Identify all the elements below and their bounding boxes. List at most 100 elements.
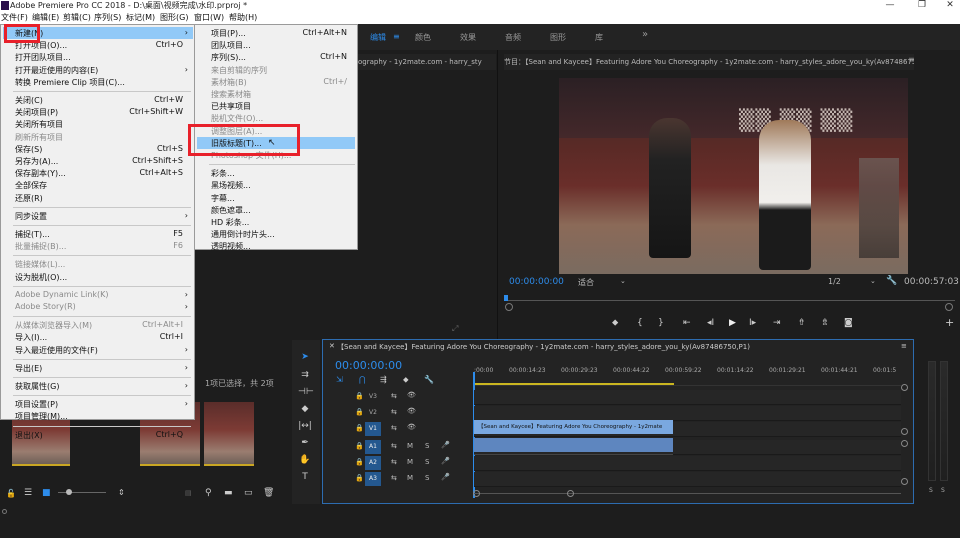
track-name-a3[interactable]: A3 [365, 472, 381, 486]
track-mute-icon[interactable]: M [407, 458, 413, 466]
new-submenu-item[interactable]: 团队项目... [195, 39, 357, 51]
track-lane-v3[interactable] [474, 390, 901, 405]
track-name-a2[interactable]: A2 [365, 456, 381, 470]
new-submenu-item[interactable]: 颜色遮罩... [195, 204, 357, 216]
step-forward-icon[interactable]: I▸ [749, 318, 756, 328]
file-menu-item[interactable]: 保存副本(Y)... Ctrl+Alt+S [1, 167, 195, 179]
add-marker-timeline-icon[interactable]: ⬥ [403, 375, 409, 385]
menu-sequence[interactable]: 序列(S) [94, 11, 121, 24]
program-timecode[interactable]: 00:00:00:00 [509, 277, 564, 287]
icon-view-icon[interactable]: ■ [42, 488, 51, 498]
track-sync-icon[interactable]: ⇆ [391, 392, 397, 400]
track-mute-icon[interactable]: M [407, 442, 413, 450]
file-menu-item[interactable]: 设为脱机(O)... [1, 271, 195, 283]
timeline-vscroll-handle[interactable] [901, 478, 908, 485]
program-fit-chevron-icon[interactable]: ⌄ [620, 277, 626, 285]
list-view-icon[interactable]: ☰ [24, 488, 32, 498]
timeline-sequence-tab[interactable]: 【Sean and Kaycee】Featuring Adore You Cho… [337, 342, 897, 352]
track-voiceover-mic-icon[interactable]: 🎤 [441, 473, 450, 481]
new-item-icon[interactable]: ▭ [244, 488, 253, 498]
lift-icon[interactable]: ⇮ [798, 318, 806, 328]
new-submenu-item[interactable]: 字幕... [195, 192, 357, 204]
file-menu-item[interactable]: 获取属性(G) › [1, 380, 195, 392]
extract-icon[interactable]: ⇯ [821, 318, 829, 328]
program-resolution-chevron-icon[interactable]: ⌄ [870, 277, 876, 285]
track-name-a1[interactable]: A1 [365, 440, 381, 454]
new-submenu-item[interactable]: 项目(P)... Ctrl+Alt+N [195, 27, 357, 39]
go-to-out-icon[interactable]: ⇥ [773, 318, 781, 328]
audio-clip[interactable] [474, 438, 673, 452]
track-sync-icon[interactable]: ⇆ [391, 442, 397, 450]
timeline-ruler[interactable]: :00:00 00:00:14:23 00:00:29:23 00:00:44:… [474, 366, 901, 386]
track-voiceover-mic-icon[interactable]: 🎤 [441, 441, 450, 449]
file-menu-item[interactable]: 保存(S) Ctrl+S [1, 143, 195, 155]
play-icon[interactable]: ▶ [729, 318, 736, 328]
find-icon[interactable]: ⚲ [205, 488, 212, 498]
close-icon[interactable]: ✕ [940, 0, 960, 11]
audio-solo-right-button[interactable]: S [941, 487, 945, 494]
new-submenu-item[interactable]: HD 彩条... [195, 216, 357, 228]
track-sync-icon[interactable]: ⇆ [391, 424, 397, 432]
track-eye-icon[interactable]: 👁 [407, 391, 416, 399]
project-lock-icon[interactable]: 🔓 [6, 489, 16, 498]
timeline-timecode[interactable]: 00:00:00:00 [335, 359, 402, 372]
slip-tool-icon[interactable]: |↔| [298, 421, 312, 431]
new-submenu-item[interactable]: 黑场视频... [195, 179, 357, 191]
track-name-v1[interactable]: V1 [365, 422, 381, 436]
timeline-vscroll-handle[interactable] [901, 440, 908, 447]
timeline-settings-wrench-icon[interactable]: 🔧 [424, 375, 434, 384]
track-lock-icon[interactable]: 🔒 [355, 442, 364, 450]
step-back-icon[interactable]: ◂I [707, 318, 714, 328]
file-menu-item[interactable]: 打开最近使用的内容(E) › [1, 64, 195, 76]
timeline-zoom-handle-left[interactable] [473, 490, 480, 497]
button-editor-plus-icon[interactable]: + [945, 316, 954, 329]
menu-graphics[interactable]: 图形(G) [160, 11, 188, 24]
menu-marker[interactable]: 标记(M) [126, 11, 155, 24]
new-submenu-item[interactable]: 彩条... [195, 167, 357, 179]
track-eye-icon[interactable]: 👁 [407, 407, 416, 415]
add-marker-icon[interactable]: ⬥ [612, 318, 618, 328]
file-menu-item[interactable]: 关闭(C) Ctrl+W [1, 94, 195, 106]
type-tool-icon[interactable]: T [298, 472, 312, 482]
linked-selection-icon[interactable]: ⇶ [380, 375, 387, 384]
track-solo-icon[interactable]: S [425, 442, 429, 450]
video-clip[interactable]: 【Sean and Kaycee】Featuring Adore You Cho… [474, 420, 673, 434]
workspace-libraries[interactable]: 库 [595, 32, 603, 43]
workspace-graphics[interactable]: 图形 [550, 32, 566, 43]
file-menu-item[interactable]: 导入最近使用的文件(F) › [1, 344, 195, 356]
clear-trash-icon[interactable]: 🗑 [263, 488, 274, 498]
mark-out-icon[interactable]: } [658, 318, 664, 328]
track-lane-v2[interactable] [474, 406, 901, 421]
track-eye-icon[interactable]: 👁 [407, 423, 416, 431]
menu-file[interactable]: 文件(F) [1, 11, 28, 24]
file-menu-item[interactable]: 打开团队项目... [1, 51, 195, 63]
new-bin-icon[interactable]: ▬ [224, 488, 233, 498]
track-name-v2[interactable]: V2 [365, 406, 381, 420]
maximize-icon[interactable]: ❐ [912, 0, 932, 11]
file-menu-item[interactable]: 导出(E) › [1, 362, 195, 374]
new-submenu-item[interactable]: 已共享项目 [195, 100, 357, 112]
track-sync-icon[interactable]: ⇆ [391, 408, 397, 416]
track-solo-icon[interactable]: S [425, 474, 429, 482]
file-menu-item[interactable]: 关闭所有项目 [1, 118, 195, 130]
source-export-frame-icon[interactable]: ⤢ [452, 324, 458, 334]
workspace-color[interactable]: 颜色 [415, 32, 431, 43]
work-area-bar[interactable] [474, 383, 674, 385]
new-submenu-item[interactable]: 序列(S)... Ctrl+N [195, 51, 357, 63]
timeline-menu-icon[interactable]: ≡ [901, 342, 907, 350]
file-menu-item[interactable]: 另存为(A)... Ctrl+Shift+S [1, 155, 195, 167]
file-menu-item[interactable]: 捕捉(T)... F5 [1, 228, 195, 240]
track-name-v3[interactable]: V3 [365, 390, 381, 404]
menu-window[interactable]: 窗口(W) [194, 11, 224, 24]
file-menu-item[interactable]: 导入(I)... Ctrl+I [1, 331, 195, 343]
track-sync-icon[interactable]: ⇆ [391, 474, 397, 482]
program-resolution-select[interactable]: 1/2 [828, 277, 841, 286]
file-menu-item[interactable]: 项目管理(M)... [1, 410, 195, 422]
workspace-edit[interactable]: 编辑 [370, 32, 386, 43]
menu-help[interactable]: 帮助(H) [229, 11, 257, 24]
source-panel-tab[interactable]: ography - 1y2mate.com - harry_sty [358, 54, 496, 70]
track-lock-icon[interactable]: 🔒 [355, 458, 364, 466]
menu-edit[interactable]: 编辑(E) [32, 11, 59, 24]
program-zoom-handle-right[interactable] [945, 303, 953, 311]
go-to-in-icon[interactable]: ⇤ [683, 318, 691, 328]
